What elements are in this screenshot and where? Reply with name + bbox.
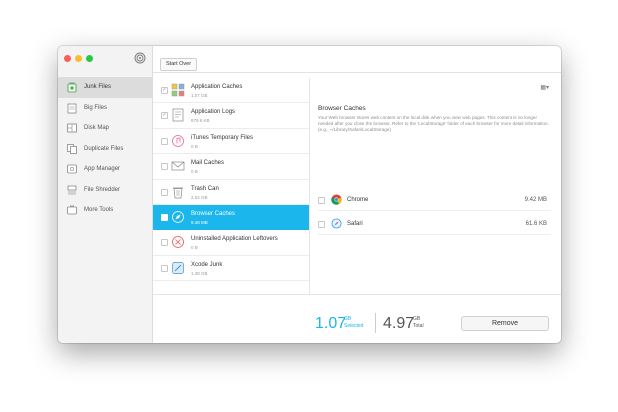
app-manager-icon bbox=[67, 164, 77, 174]
window-controls bbox=[64, 55, 93, 62]
row-title: Application Caches bbox=[191, 84, 243, 90]
disk-map-icon bbox=[67, 123, 77, 133]
row-checkbox[interactable]: ✓ bbox=[161, 112, 168, 120]
list-item-trash-can[interactable]: Trash Can 2.52 GB bbox=[153, 180, 309, 205]
list-item-uninstalled-application-leftovers[interactable]: Uninstalled Application Leftovers 0 B bbox=[153, 230, 309, 256]
row-checkbox[interactable] bbox=[161, 264, 168, 272]
list-item-application-logs[interactable]: ✓ Application Logs 879.6 KB bbox=[153, 103, 309, 129]
sidebar-item-label: App Manager bbox=[84, 166, 121, 173]
close-window-button[interactable] bbox=[64, 55, 71, 62]
sidebar-item-more-tools[interactable]: More Tools bbox=[58, 200, 152, 221]
list-item-mail-caches[interactable]: Mail Caches 0 B bbox=[153, 154, 309, 180]
row-checkbox[interactable] bbox=[318, 221, 325, 228]
sidebar-item-duplicate-files[interactable]: Duplicate Files bbox=[58, 139, 152, 160]
row-title: Browser Caches bbox=[191, 210, 236, 217]
total-size-unit: GB bbox=[413, 316, 421, 322]
row-size: 1.38 GB bbox=[191, 270, 208, 276]
more-tools-icon bbox=[67, 205, 77, 215]
xcode-icon bbox=[172, 261, 184, 274]
total-size-label: Total bbox=[413, 323, 424, 329]
row-checkbox[interactable] bbox=[161, 188, 168, 196]
total-size-value: 4.97 bbox=[383, 315, 415, 332]
row-checkbox[interactable] bbox=[161, 163, 168, 171]
selected-size-unit: GB bbox=[344, 316, 352, 322]
browser-size: 61.6 KB bbox=[525, 221, 547, 227]
start-over-button[interactable]: Start Over bbox=[160, 58, 198, 71]
compass-icon bbox=[172, 211, 184, 223]
row-size: 0 B bbox=[191, 169, 198, 175]
list-item-browser-caches[interactable]: Browser Caches 9.48 MB bbox=[153, 204, 309, 231]
list-item-application-caches[interactable]: ✓ Application Caches 1.07 GB bbox=[153, 78, 309, 104]
sidebar-item-big-files[interactable]: Big Files bbox=[58, 98, 152, 119]
detail-description: Your Web browser stores web content on t… bbox=[318, 115, 549, 132]
row-checkbox[interactable] bbox=[161, 137, 168, 145]
sidebar-item-label: More Tools bbox=[84, 207, 114, 214]
list-item-xcode-junk[interactable]: Xcode Junk 1.38 GB bbox=[153, 256, 309, 282]
row-title: Trash Can bbox=[191, 185, 219, 192]
sidebar-item-disk-map[interactable]: Disk Map bbox=[58, 118, 152, 139]
big-files-icon bbox=[67, 103, 77, 114]
row-title: Xcode Junk bbox=[191, 261, 223, 268]
sidebar-item-label: File Shredder bbox=[84, 186, 121, 193]
row-checkbox[interactable] bbox=[161, 213, 168, 221]
application-logs-icon bbox=[172, 109, 184, 122]
chrome-icon bbox=[331, 194, 342, 205]
browser-row-chrome[interactable]: Chrome 9.42 MB bbox=[318, 190, 551, 211]
footer: 1.07 GB Selected 4.97 GB Total Remove bbox=[153, 294, 561, 343]
sidebar: Junk Files Big Files Disk Map Duplicate … bbox=[58, 46, 153, 343]
remove-button[interactable]: Remove bbox=[461, 316, 549, 331]
leftovers-icon bbox=[172, 236, 184, 249]
sidebar-item-label: Big Files bbox=[84, 104, 108, 111]
footer-divider bbox=[375, 313, 376, 333]
itunes-icon bbox=[172, 134, 184, 147]
sidebar-item-label: Duplicate Files bbox=[84, 145, 124, 152]
browser-name: Chrome bbox=[347, 197, 369, 203]
safari-icon bbox=[331, 218, 342, 229]
detail-pane: ▦▾ Browser Caches Your Web browser store… bbox=[310, 72, 561, 295]
sidebar-nav: Junk Files Big Files Disk Map Duplicate … bbox=[58, 77, 152, 221]
row-title: Application Logs bbox=[191, 109, 236, 116]
sidebar-item-app-manager[interactable]: App Manager bbox=[58, 159, 152, 180]
row-size: 0 B bbox=[191, 245, 198, 251]
selected-size-label: Selected bbox=[344, 323, 364, 329]
row-checkbox[interactable]: ✓ bbox=[161, 87, 168, 94]
trash-icon bbox=[173, 187, 183, 198]
row-checkbox[interactable] bbox=[161, 239, 168, 247]
target-icon[interactable] bbox=[134, 52, 146, 64]
sidebar-item-file-shredder[interactable]: File Shredder bbox=[58, 180, 152, 201]
mail-icon bbox=[171, 161, 185, 171]
browser-size: 9.42 MB bbox=[524, 197, 547, 203]
row-title: iTunes Temporary Files bbox=[191, 134, 254, 141]
app-window: Junk Files Big Files Disk Map Duplicate … bbox=[58, 46, 561, 343]
row-size: 0 B bbox=[191, 143, 198, 149]
browser-name: Safari bbox=[347, 221, 363, 227]
row-size: 2.52 GB bbox=[191, 194, 208, 200]
duplicate-files-icon bbox=[67, 143, 77, 154]
row-size: 1.07 GB bbox=[191, 93, 208, 98]
application-caches-icon bbox=[171, 83, 185, 97]
zoom-window-button[interactable] bbox=[86, 55, 93, 62]
row-title: Uninstalled Application Leftovers bbox=[191, 236, 278, 243]
row-checkbox[interactable] bbox=[318, 197, 325, 204]
browser-row-safari[interactable]: Safari 61.6 KB bbox=[318, 214, 551, 235]
row-size: 9.48 MB bbox=[191, 219, 208, 225]
file-shredder-icon bbox=[67, 185, 77, 195]
sidebar-item-label: Junk Files bbox=[84, 84, 112, 91]
toolbar: Start Over bbox=[153, 46, 561, 73]
sidebar-item-label: Disk Map bbox=[84, 125, 110, 132]
minimize-window-button[interactable] bbox=[75, 55, 82, 62]
sidebar-item-junk-files[interactable]: Junk Files bbox=[58, 77, 152, 98]
list-item-itunes-temporary-files[interactable]: iTunes Temporary Files 0 B bbox=[153, 129, 309, 155]
detail-title: Browser Caches bbox=[318, 105, 366, 112]
row-size: 879.6 KB bbox=[191, 118, 210, 124]
selected-size-value: 1.07 bbox=[315, 315, 347, 332]
view-toggle-button[interactable]: ▦▾ bbox=[540, 84, 549, 91]
junk-files-icon bbox=[67, 82, 77, 93]
junk-category-list: ✓ Application Caches 1.07 GB ✓ Applicati… bbox=[153, 78, 310, 295]
row-title: Mail Caches bbox=[191, 160, 225, 167]
